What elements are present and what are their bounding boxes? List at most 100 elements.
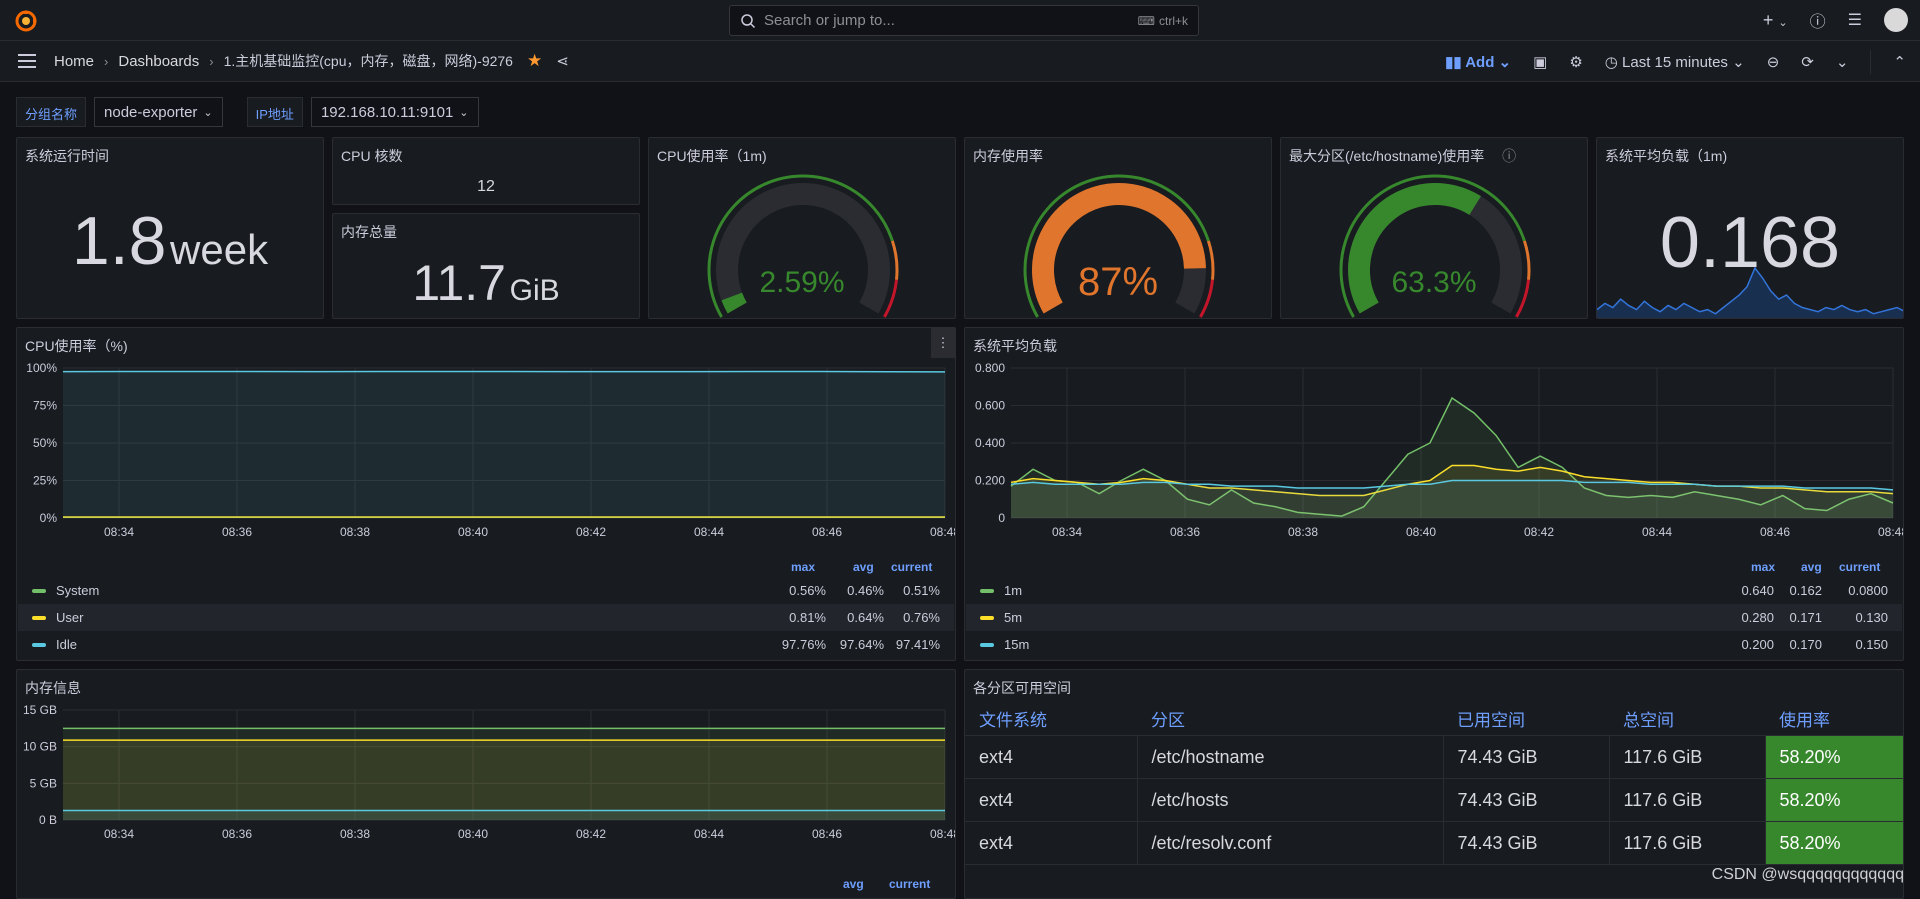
table-row: ext4 /etc/hosts 74.43 GiB 117.6 GiB 58.2… — [965, 779, 1903, 822]
memory-chart: 15 GB10 GB5 GB0 B08:3408:3608:3808:4008:… — [17, 700, 956, 880]
x-tick-label: 08:42 — [576, 827, 606, 841]
y-tick-label: 0 B — [39, 813, 57, 827]
var-ip-label: IP地址 — [247, 97, 303, 127]
search-input[interactable]: Search or jump to... ⌨ctrl+k — [729, 5, 1199, 36]
x-tick-label: 08:34 — [104, 827, 134, 841]
time-picker[interactable]: ◷ Last 15 minutes ⌄ — [1605, 53, 1745, 71]
column-header[interactable]: 分区 — [1137, 702, 1443, 736]
load-avg-value: 0.168 — [1597, 202, 1903, 284]
legend-row[interactable]: 5m 0.280 0.171 0.130 — [966, 604, 1902, 631]
keyboard-icon: ⌨ — [1138, 14, 1155, 28]
mem-total-panel: 内存总量 11.7 GiB — [332, 213, 640, 319]
mem-total-number: 11.7 — [412, 255, 506, 311]
user-avatar[interactable] — [1884, 8, 1908, 32]
legend-row[interactable]: User 0.81% 0.64% 0.76% — [18, 604, 954, 631]
legend-current: 97.41% — [896, 637, 940, 652]
zoom-out-icon[interactable]: ⊖ — [1767, 53, 1780, 71]
series-name: Idle — [56, 637, 77, 652]
var-group-select[interactable]: node-exporter⌄ — [94, 97, 223, 127]
y-tick-label: 50% — [33, 436, 57, 450]
table-cell: 117.6 GiB — [1609, 779, 1765, 822]
gear-icon[interactable]: ⚙ — [1569, 53, 1582, 71]
x-tick-label: 08:48 — [930, 827, 956, 841]
table-cell: 74.43 GiB — [1443, 822, 1609, 865]
y-tick-label: 0.400 — [975, 436, 1005, 450]
collapse-icon[interactable]: ⌃ — [1893, 53, 1906, 71]
grafana-logo-icon[interactable] — [14, 9, 38, 33]
panel-title: 各分区可用空间 — [973, 678, 1071, 698]
legend-header-current[interactable]: current — [1839, 560, 1880, 574]
refresh-icon[interactable]: ⟳ — [1801, 53, 1814, 71]
series-area — [63, 810, 945, 820]
save-icon[interactable]: ▣ — [1533, 53, 1547, 71]
legend-row[interactable]: Idle 97.76% 97.64% 97.41% — [18, 631, 954, 658]
uptime-value: 1.8 week — [17, 202, 323, 280]
watermark: CSDN @wsqqqqqqqqqqqq — [1712, 866, 1904, 884]
legend-header-max[interactable]: max — [1751, 560, 1775, 574]
legend-row[interactable]: 15m 0.200 0.170 0.150 — [966, 631, 1902, 658]
legend-header-avg[interactable]: avg — [853, 560, 874, 574]
star-icon[interactable]: ★ — [527, 51, 542, 71]
add-button[interactable]: ▮▮ Add ⌄ — [1445, 53, 1511, 71]
mem-total-unit: GiB — [510, 274, 560, 307]
x-tick-label: 08:34 — [1052, 525, 1082, 539]
table-cell: 74.43 GiB — [1443, 779, 1609, 822]
legend-avg: 0.170 — [1789, 637, 1822, 652]
legend-current: 0.150 — [1855, 637, 1888, 652]
table-cell: /etc/hostname — [1137, 736, 1443, 779]
help-icon[interactable]: ⓘ — [1810, 8, 1826, 32]
y-tick-label: 5 GB — [30, 776, 57, 790]
x-tick-label: 08:44 — [1642, 525, 1672, 539]
usage-cell: 58.20% — [1765, 736, 1903, 779]
menu-icon[interactable] — [18, 54, 36, 68]
column-header[interactable]: 已用空间 — [1443, 702, 1609, 736]
table-header-row: 文件系统 分区 已用空间 总空间 使用率 — [965, 702, 1903, 736]
y-tick-label: 10 GB — [23, 740, 57, 754]
clock-icon: ◷ — [1605, 54, 1618, 71]
var-ip-select[interactable]: 192.168.10.11:9101⌄ — [311, 97, 479, 127]
news-icon[interactable]: ☰ — [1848, 10, 1862, 30]
legend-header-current[interactable]: current — [891, 560, 932, 574]
search-shortcut: ⌨ctrl+k — [1138, 14, 1188, 28]
legend-header-avg[interactable]: avg — [843, 877, 864, 891]
breadcrumb-dashboards[interactable]: Dashboards — [118, 53, 199, 70]
series-swatch — [980, 643, 994, 647]
x-tick-label: 08:48 — [1878, 525, 1904, 539]
legend-header-current[interactable]: current — [889, 877, 930, 891]
load-timeseries-panel: 系统平均负载 0.8000.6000.4000.200008:3408:3608… — [964, 327, 1904, 661]
mem-usage-value: 87% — [965, 260, 1271, 305]
legend-max: 0.280 — [1741, 610, 1774, 625]
share-icon[interactable]: ⋖ — [556, 52, 569, 70]
y-tick-label: 0 — [998, 511, 1005, 525]
legend-avg: 0.171 — [1789, 610, 1822, 625]
x-tick-label: 08:42 — [1524, 525, 1554, 539]
legend-current: 0.51% — [903, 583, 940, 598]
x-tick-label: 08:46 — [812, 827, 842, 841]
plus-icon[interactable]: + ⌄ — [1763, 10, 1788, 31]
legend-max: 0.200 — [1741, 637, 1774, 652]
column-header[interactable]: 使用率 — [1765, 702, 1903, 736]
series-name: 5m — [1004, 610, 1022, 625]
cpu-timeseries-panel: CPU使用率（%) ⋮ 100%75%50%25%0%08:3408:3608:… — [16, 327, 956, 661]
add-label: Add — [1465, 54, 1494, 71]
legend-row[interactable]: 1m 0.640 0.162 0.0800 — [966, 577, 1902, 604]
column-header[interactable]: 文件系统 — [965, 702, 1137, 736]
search-placeholder: Search or jump to... — [764, 12, 895, 29]
legend-max: 97.76% — [782, 637, 826, 652]
legend-current: 0.76% — [903, 610, 940, 625]
y-tick-label: 75% — [33, 399, 57, 413]
time-range-label: Last 15 minutes — [1622, 54, 1728, 71]
panel-menu-icon[interactable]: ⋮ — [931, 328, 955, 358]
legend-header-max[interactable]: max — [791, 560, 815, 574]
breadcrumb-home[interactable]: Home — [54, 53, 94, 70]
x-tick-label: 08:40 — [458, 525, 488, 539]
legend-header-avg[interactable]: avg — [1801, 560, 1822, 574]
table-cell: ext4 — [965, 822, 1137, 865]
panel-title: 内存总量 — [341, 222, 397, 242]
chevron-down-icon[interactable]: ⌄ — [1836, 53, 1849, 71]
column-header[interactable]: 总空间 — [1609, 702, 1765, 736]
x-tick-label: 08:34 — [104, 525, 134, 539]
legend-row[interactable]: System 0.56% 0.46% 0.51% — [18, 577, 954, 604]
top-bar: Search or jump to... ⌨ctrl+k + ⌄ ⓘ ☰ — [0, 0, 1920, 41]
x-tick-label: 08:36 — [222, 525, 252, 539]
